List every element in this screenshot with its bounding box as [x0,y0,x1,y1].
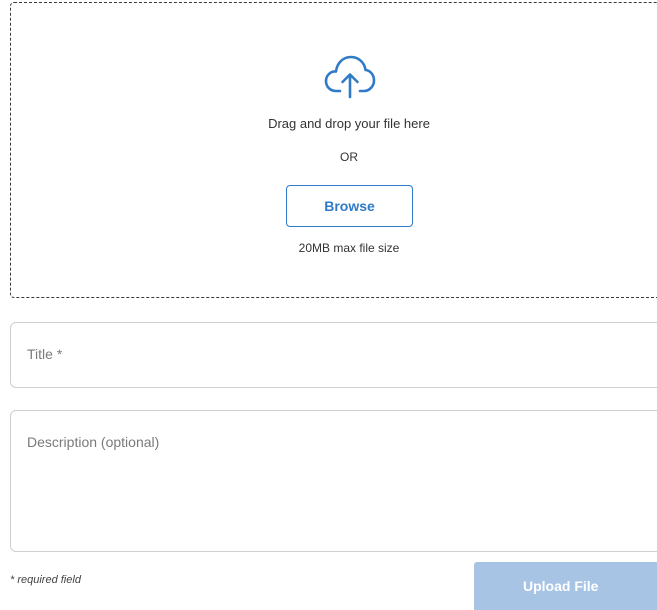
title-placeholder: Title * [27,346,63,362]
file-upload-form: Drag and drop your file here OR Browse 2… [0,0,657,610]
file-dropzone[interactable]: Drag and drop your file here OR Browse 2… [10,2,657,298]
cloud-upload-icon [324,55,376,99]
or-separator: OR [340,150,358,164]
title-field[interactable]: Title * [10,322,657,388]
browse-button[interactable]: Browse [286,185,413,227]
description-field[interactable]: Description (optional) [10,410,657,552]
dropzone-instruction: Drag and drop your file here [268,116,430,131]
max-file-size-note: 20MB max file size [298,241,400,255]
description-placeholder: Description (optional) [27,434,160,450]
required-field-note: * required field [10,574,81,586]
upload-file-button[interactable]: Upload File [474,562,657,610]
